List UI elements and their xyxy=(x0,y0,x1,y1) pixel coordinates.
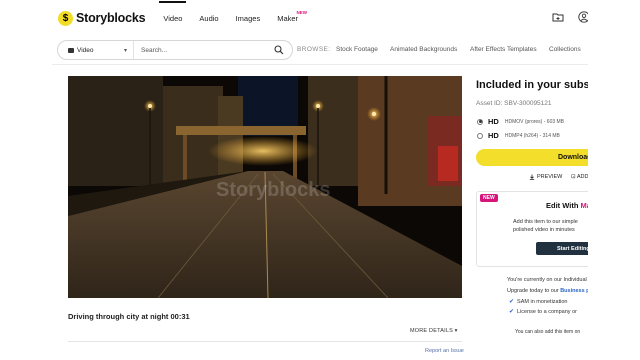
check-icon: ✔ xyxy=(509,299,515,305)
plan-info: You're currently on our Individual plan xyxy=(507,277,599,283)
folder-icon[interactable] xyxy=(552,11,564,23)
add-label: ADD xyxy=(576,174,589,180)
format-option-mp4[interactable]: HD HDMP4 (h264) - 314 MB xyxy=(477,131,560,140)
logo-mark-icon: $ xyxy=(58,10,73,26)
edit-with-maker-title: Edit With Maker xyxy=(546,201,602,210)
details-divider xyxy=(68,341,462,342)
nav-video[interactable]: Video xyxy=(159,0,187,23)
preview-link[interactable]: PREVIEW xyxy=(529,174,562,180)
top-nav: $ Storyblocks Video Audio Images Maker N… xyxy=(52,0,590,36)
browse-stock-footage[interactable]: Stock Footage xyxy=(336,46,378,53)
video-type-icon xyxy=(68,47,74,53)
business-plan-link[interactable]: Business plan xyxy=(560,288,597,294)
preview-label: PREVIEW xyxy=(537,174,563,180)
upgrade-line: Upgrade today to our Business plan xyxy=(507,288,598,294)
media-type-select[interactable]: Video ▾ xyxy=(58,41,134,59)
video-title: Driving through city at night 00:31 xyxy=(68,312,190,321)
edit-title-prefix: Edit With xyxy=(546,201,581,210)
format-radio-selected[interactable] xyxy=(477,118,483,125)
plan-benefit-label: SAM in monetization xyxy=(517,298,568,305)
format-option-mov[interactable]: HD HDMOV (prores) - 603 MB xyxy=(477,117,564,126)
brand-name: Storyblocks xyxy=(76,11,146,25)
download-button[interactable]: Download xyxy=(476,149,606,166)
upgrade-prefix: Upgrade today to our xyxy=(507,288,561,294)
check-icon: ✔ xyxy=(509,309,515,315)
new-tag: NEW xyxy=(480,194,498,202)
more-details-link[interactable]: MORE DETAILS ▾ xyxy=(410,328,458,334)
download-label: Download xyxy=(558,154,592,161)
format-label: HD xyxy=(488,117,499,126)
user-icon[interactable] xyxy=(578,11,590,23)
browse-after-effects[interactable]: After Effects Templates xyxy=(470,46,537,53)
plan-benefit: ✔ SAM in monetization xyxy=(509,298,568,306)
add-folder-icon: ⊡ xyxy=(571,174,576,180)
maker-card-line: Add this item to our simple xyxy=(513,219,578,225)
storyblocks-logo[interactable]: $ Storyblocks xyxy=(58,10,146,26)
page: $ Storyblocks Video Audio Images Maker N… xyxy=(0,0,640,360)
add-note: You can also add this item on xyxy=(515,329,581,335)
browse-collections[interactable]: Collections xyxy=(549,46,581,53)
search-input[interactable] xyxy=(141,46,261,54)
maker-card-line: polished video in minutes xyxy=(513,227,575,233)
start-editing-button[interactable]: Start Editing xyxy=(536,242,606,255)
video-watermark: Storyblocks xyxy=(216,179,330,201)
nav-maker[interactable]: Maker NEW xyxy=(277,10,307,23)
plan-benefit-label: License to a company or xyxy=(517,308,577,315)
search-box: Video ▾ xyxy=(57,40,293,60)
plan-benefit: ✔ License to a company or xyxy=(509,308,577,316)
download-arrow-icon xyxy=(529,174,535,180)
header-divider xyxy=(52,64,588,65)
asset-id: Asset ID: SBV-300095121 xyxy=(476,100,552,107)
nav-maker-label: Maker xyxy=(277,13,299,23)
new-badge: NEW xyxy=(296,9,308,15)
browse-label: BROWSE: xyxy=(297,46,331,53)
media-type-label: Video xyxy=(77,46,94,54)
format-desc: HDMOV (prores) - 603 MB xyxy=(504,118,565,125)
edit-title-brand: Maker xyxy=(580,201,603,210)
more-details-label: MORE DETAILS xyxy=(410,328,453,334)
add-to-folder-link[interactable]: ⊡ ADD xyxy=(571,174,588,180)
nav-audio[interactable]: Audio xyxy=(199,14,218,23)
video-player[interactable]: Storyblocks xyxy=(68,76,462,298)
format-radio[interactable] xyxy=(477,132,483,139)
search-icon[interactable] xyxy=(274,45,284,55)
video-frame: Storyblocks xyxy=(68,76,462,298)
start-editing-label: Start Editing xyxy=(557,245,590,252)
search-row: Video ▾ BROWSE: Stock Footage Animated B… xyxy=(52,38,588,62)
format-desc: HDMP4 (h264) - 314 MB xyxy=(504,132,560,139)
browse-animated-backgrounds[interactable]: Animated Backgrounds xyxy=(390,46,457,53)
panel-title: Included in your subscription xyxy=(476,79,631,91)
format-label: HD xyxy=(488,131,499,140)
nav-images[interactable]: Images xyxy=(236,14,261,23)
chevron-down-icon: ▾ xyxy=(123,47,127,54)
report-issue-link[interactable]: Report an Issue xyxy=(425,348,464,354)
